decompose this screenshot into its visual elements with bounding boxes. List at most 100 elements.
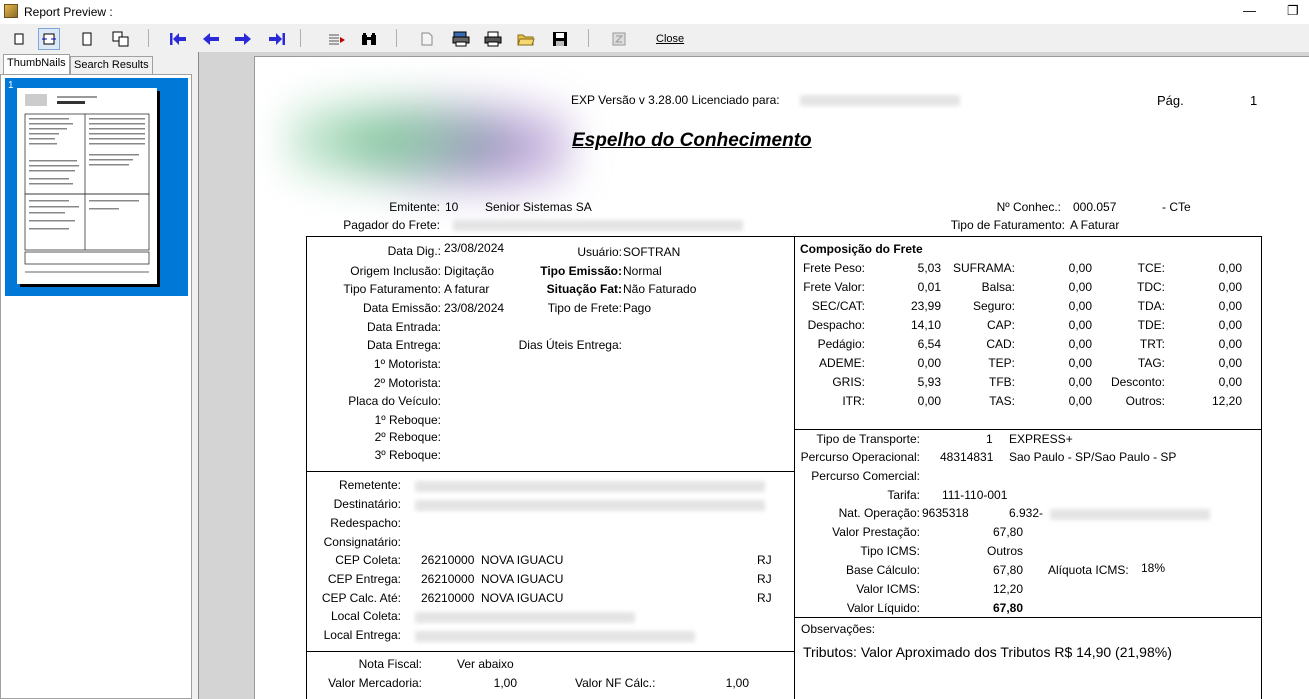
thumbnail-item[interactable]: 1	[5, 78, 188, 296]
page-setup-button[interactable]	[416, 28, 438, 50]
pagador-value	[453, 220, 743, 231]
cep-value: 26210000	[421, 553, 475, 567]
save-button[interactable]	[549, 28, 571, 50]
cep-label: CEP Coleta:	[335, 553, 401, 567]
tab-thumbnails[interactable]: ThumbNails	[3, 54, 70, 74]
composicao-value: 0,00	[1218, 261, 1242, 275]
field-value: Digitação	[444, 264, 495, 278]
goto-page-button[interactable]	[326, 28, 348, 50]
page-number: 1	[1250, 93, 1258, 108]
composicao-label: TDA:	[1137, 299, 1165, 313]
arrow-right-icon	[235, 33, 251, 45]
field-label: Tipo de Frete:	[547, 301, 622, 315]
app-icon	[4, 4, 18, 18]
thumbnail-page-preview	[17, 88, 157, 284]
field-label: Dias Úteis Entrega:	[518, 338, 622, 352]
composicao-value: 0,00	[1068, 299, 1092, 313]
valor-nf-calc-label: Valor NF Cálc.:	[575, 676, 656, 690]
field-label: 2º Reboque:	[374, 430, 441, 444]
composicao-label: Desconto:	[1110, 375, 1165, 389]
nat-operacao-description	[1050, 509, 1210, 520]
composicao-label: GRIS:	[832, 375, 865, 389]
local-coleta-value	[415, 612, 635, 623]
single-page-icon	[14, 33, 24, 45]
open-button[interactable]	[515, 28, 537, 50]
printer-setup-button[interactable]	[450, 28, 472, 50]
tipo-icms-label: Tipo ICMS:	[860, 544, 920, 558]
composicao-value: 0,00	[1068, 337, 1092, 351]
composicao-label: SEC/CAT:	[811, 299, 865, 313]
tab-search-results[interactable]: Search Results	[70, 56, 153, 74]
conhec-label: Nº Conhec.:	[996, 200, 1061, 214]
tarifa-value: 111-110-001	[942, 488, 1008, 502]
composicao-value: 0,00	[1218, 280, 1242, 294]
composicao-label: TRT:	[1139, 337, 1165, 351]
cep-city: NOVA IGUACU	[481, 553, 564, 567]
title-bar: Report Preview : — ❐	[0, 0, 1309, 24]
export-icon	[612, 32, 626, 46]
close-button[interactable]: Close	[656, 33, 684, 45]
page-width-button[interactable]	[38, 28, 60, 50]
composicao-label: TAS:	[989, 394, 1015, 408]
tipo-transporte-label: Tipo de Transporte:	[816, 432, 920, 446]
composicao-value: 14,10	[910, 318, 941, 332]
party-value	[415, 481, 765, 492]
minimize-button[interactable]: —	[1243, 3, 1256, 18]
composicao-label: CAP:	[986, 318, 1015, 332]
first-page-button[interactable]	[167, 28, 189, 50]
multi-page-button[interactable]	[110, 28, 132, 50]
print-button[interactable]	[482, 28, 504, 50]
field-label: Data Entrega:	[366, 338, 441, 352]
valor-liquido-value: 67,80	[992, 601, 1023, 615]
goto-page-icon	[329, 34, 345, 45]
cep-city: NOVA IGUACU	[481, 591, 564, 605]
composicao-label: TDE:	[1137, 318, 1165, 332]
local-entrega-label: Local Entrega:	[323, 628, 401, 642]
composicao-value: 0,00	[1068, 356, 1092, 370]
pagador-label: Pagador do Frete:	[343, 218, 440, 232]
report-page: EXP Versão v 3.28.00 Licenciado para: Pá…	[254, 56, 1309, 699]
composicao-label: TAG:	[1137, 356, 1165, 370]
party-label: Consignatário:	[323, 535, 401, 549]
find-button[interactable]	[358, 28, 380, 50]
composicao-value: 6,54	[917, 337, 941, 351]
previous-page-button[interactable]	[200, 28, 222, 50]
composicao-value: 0,00	[1068, 394, 1092, 408]
thumbnail-page-number: 1	[8, 80, 14, 91]
folder-open-icon	[517, 34, 535, 46]
party-label: Destinatário:	[333, 497, 401, 511]
party-label: Redespacho:	[330, 516, 401, 530]
cep-value: 26210000	[421, 572, 475, 586]
export-button[interactable]	[608, 28, 630, 50]
local-coleta-label: Local Coleta:	[330, 609, 401, 623]
nat-operacao-code: 9635318	[922, 506, 969, 520]
toolbar: Close	[0, 24, 1309, 52]
cep-label: CEP Entrega:	[327, 572, 401, 586]
base-calculo-value: 67,80	[992, 563, 1023, 577]
percurso-operacional-label: Percurso Operacional:	[800, 450, 920, 464]
composicao-label: ITR:	[842, 394, 865, 408]
composicao-label: Balsa:	[981, 280, 1015, 294]
next-page-button[interactable]	[232, 28, 254, 50]
local-entrega-value	[415, 631, 695, 642]
floppy-disk-icon	[553, 32, 567, 46]
field-label: Usuário:	[577, 245, 622, 259]
last-page-button[interactable]	[266, 28, 288, 50]
cep-uf: RJ	[757, 591, 772, 605]
printer-setup-icon	[452, 31, 470, 47]
valor-mercadoria-label: Valor Mercadoria:	[328, 676, 422, 690]
cte-label: - CTe	[1162, 200, 1191, 214]
full-page-button[interactable]	[76, 28, 98, 50]
single-page-button[interactable]	[8, 28, 30, 50]
arrow-left-icon	[203, 33, 219, 45]
printer-icon	[484, 31, 502, 47]
field-value: A faturar	[444, 282, 490, 296]
restore-button[interactable]: ❐	[1287, 3, 1299, 19]
cep-label: CEP Calc. Até:	[321, 591, 401, 605]
report-viewer[interactable]: EXP Versão v 3.28.00 Licenciado para: Pá…	[198, 52, 1309, 699]
faturamento-value: A Faturar	[1070, 218, 1120, 232]
window-title: Report Preview :	[24, 5, 113, 19]
composicao-label: SUFRAMA:	[952, 261, 1015, 275]
field-label: Tipo Emissão:	[540, 264, 622, 278]
field-label: 2º Motorista:	[373, 376, 441, 390]
